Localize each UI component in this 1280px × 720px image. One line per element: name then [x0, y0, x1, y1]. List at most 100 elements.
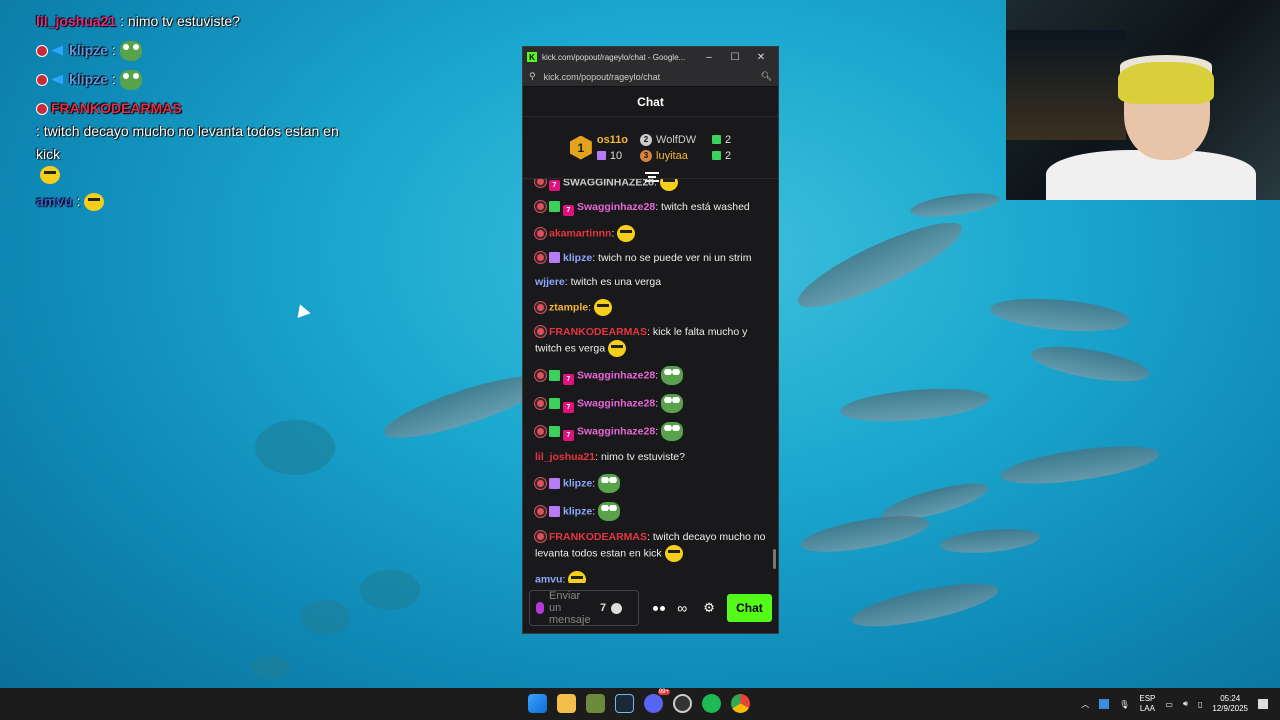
gift-badge-icon: [549, 505, 560, 517]
message-input[interactable]: Enviar un mensaje 7: [529, 590, 640, 626]
chat-message[interactable]: FRANKODEARMAS: twitch decayo mucho no le…: [535, 530, 768, 563]
chat-username[interactable]: klipze: [563, 252, 592, 264]
seven-tv-badge-icon: 7: [563, 205, 574, 217]
battery-icon[interactable]: ▯: [1198, 700, 1202, 709]
overlay-username: lil_joshua21: [36, 13, 117, 29]
chat-message-text: :: [562, 573, 566, 583]
defender-icon[interactable]: [1099, 699, 1110, 709]
gear-icon[interactable]: ⚙: [703, 600, 715, 616]
overlay-username: klipze: [69, 71, 108, 87]
chat-username[interactable]: FRANKODEARMAS: [549, 326, 647, 338]
chat-message[interactable]: wjjere: twitch es una verga: [535, 275, 768, 290]
window-titlebar[interactable]: K kick.com/popout/rageylo/chat - Google.…: [523, 47, 778, 67]
chat-username[interactable]: FRANKODEARMAS: [549, 531, 647, 543]
bronze-medal-icon: 3: [640, 149, 653, 162]
spotify-icon[interactable]: [702, 694, 721, 713]
chat-message[interactable]: lil_joshua21: nimo tv estuviste?: [535, 450, 768, 465]
volume-icon[interactable]: 🔊︎: [1183, 699, 1188, 709]
zoom-icon[interactable]: 🔍︎: [761, 71, 772, 82]
file-explorer-icon[interactable]: [557, 694, 576, 713]
chat-message-text: :: [655, 425, 659, 438]
overlay-username: klipze: [69, 42, 108, 58]
chat-username[interactable]: klipze: [563, 506, 592, 518]
chat-username[interactable]: Swagginhaze28: [577, 370, 655, 382]
chat-scrollbar[interactable]: [773, 549, 776, 569]
chat-username[interactable]: ztample: [549, 302, 588, 314]
gift-icon: [712, 135, 722, 144]
chat-popup-window[interactable]: K kick.com/popout/rageylo/chat - Google.…: [522, 46, 779, 634]
close-button[interactable]: ✕: [748, 52, 774, 63]
seven-tv-badge-icon: 7: [549, 180, 560, 192]
leaderboard-second: 2 WolfDW 2: [640, 133, 731, 146]
overlay-message: :: [111, 42, 116, 58]
seven-tv-emote-icon[interactable]: 7: [600, 602, 606, 614]
chat-username[interactable]: Swagginhaze28: [577, 426, 655, 438]
steam-icon[interactable]: [615, 694, 634, 713]
chat-message-text: :: [654, 179, 657, 189]
chat-username[interactable]: Swagginhaze28: [577, 398, 655, 410]
frog-emote-icon: [598, 502, 621, 522]
frog-emote-icon: [661, 366, 684, 386]
skull-badge-icon: [36, 102, 48, 115]
chat-message[interactable]: amvu:: [535, 571, 768, 583]
chat-message[interactable]: akamartinnn:: [535, 225, 768, 243]
chat-message[interactable]: klipze:: [535, 502, 768, 522]
chat-message[interactable]: ztample:: [535, 299, 768, 317]
chat-message[interactable]: 7 Swagginhaze28:: [535, 394, 768, 414]
leaderboard-third-name[interactable]: luyitaa: [656, 150, 708, 162]
send-chat-button[interactable]: Chat: [726, 594, 772, 622]
overlay-message: :: [76, 193, 81, 209]
clock[interactable]: 05:24 12/9/2025: [1212, 694, 1248, 714]
leaderboard-first-name[interactable]: os11o: [597, 134, 628, 146]
infinity-icon[interactable]: ∞: [677, 600, 687, 616]
chrome-icon[interactable]: [731, 694, 750, 713]
chat-message[interactable]: klipze:: [535, 474, 768, 494]
chat-username[interactable]: SWAGGINHAZE28: [563, 179, 654, 188]
microphone-tray-icon[interactable]: 🎙︎: [1119, 700, 1129, 709]
chat-message-text: : twich no se puede ver ni un strim: [592, 252, 752, 265]
obs-icon[interactable]: [673, 694, 692, 713]
language-code: ESP: [1139, 694, 1156, 703]
leaderboard-third: 3 luyitaa 2: [640, 149, 731, 162]
discord-icon[interactable]: 99+: [644, 689, 670, 713]
microphone-icon[interactable]: [536, 602, 544, 614]
keyboard-layout: LAA: [1139, 704, 1155, 713]
minimize-button[interactable]: –: [696, 52, 722, 63]
chat-username[interactable]: lil_joshua21: [535, 451, 595, 463]
chat-username[interactable]: akamartinnn: [549, 228, 611, 240]
chat-message[interactable]: 7 SWAGGINHAZE28:: [535, 179, 768, 192]
dots-icon[interactable]: [653, 605, 666, 611]
chat-username[interactable]: amvu: [535, 574, 562, 583]
yellow-emote-icon: [608, 340, 627, 358]
emoji-icon[interactable]: [611, 602, 623, 614]
chat-username[interactable]: Swagginhaze28: [577, 201, 655, 213]
show-hidden-icons-icon[interactable]: ︿: [1081, 699, 1089, 710]
chat-username[interactable]: wjjere: [535, 276, 565, 288]
skull-badge-icon: [535, 227, 546, 239]
skull-badge-icon: [535, 505, 546, 517]
chat-message-text: :: [611, 227, 615, 240]
chat-username[interactable]: klipze: [563, 478, 592, 490]
chat-message[interactable]: klipze: twich no se puede ver ni un stri…: [535, 251, 768, 266]
gift-icon: [596, 151, 606, 160]
minecraft-icon[interactable]: [586, 694, 605, 713]
notification-icon[interactable]: [1258, 699, 1268, 709]
chat-message-text: :: [592, 477, 596, 490]
chat-message[interactable]: 7 Swagginhaze28: twitch está washed: [535, 200, 768, 217]
site-settings-icon[interactable]: ⚲: [529, 71, 536, 82]
language-indicator[interactable]: ESP LAA: [1139, 694, 1155, 714]
gift-badge-icon: [549, 201, 560, 213]
message-placeholder[interactable]: Enviar un mensaje: [549, 590, 595, 626]
chat-message[interactable]: 7 Swagginhaze28:: [535, 366, 768, 386]
leaderboard-second-name[interactable]: WolfDW: [656, 134, 708, 146]
chat-message[interactable]: 7 Swagginhaze28:: [535, 422, 768, 442]
chat-message[interactable]: FRANKODEARMAS: kick le falta mucho y twi…: [535, 325, 768, 358]
windows-start-icon[interactable]: [528, 694, 547, 713]
network-icon[interactable]: ▭: [1165, 700, 1173, 709]
url-text[interactable]: kick.com/popout/rageylo/chat: [544, 72, 761, 82]
address-bar[interactable]: ⚲ kick.com/popout/rageylo/chat 🔍︎: [523, 67, 778, 87]
silver-medal-icon: 2: [640, 133, 653, 146]
chat-messages[interactable]: 7 SWAGGINHAZE28: 7 Swagginhaze28: twitch es…: [523, 179, 778, 583]
maximize-button[interactable]: ☐: [722, 52, 748, 63]
skull-badge-icon: [535, 425, 546, 437]
